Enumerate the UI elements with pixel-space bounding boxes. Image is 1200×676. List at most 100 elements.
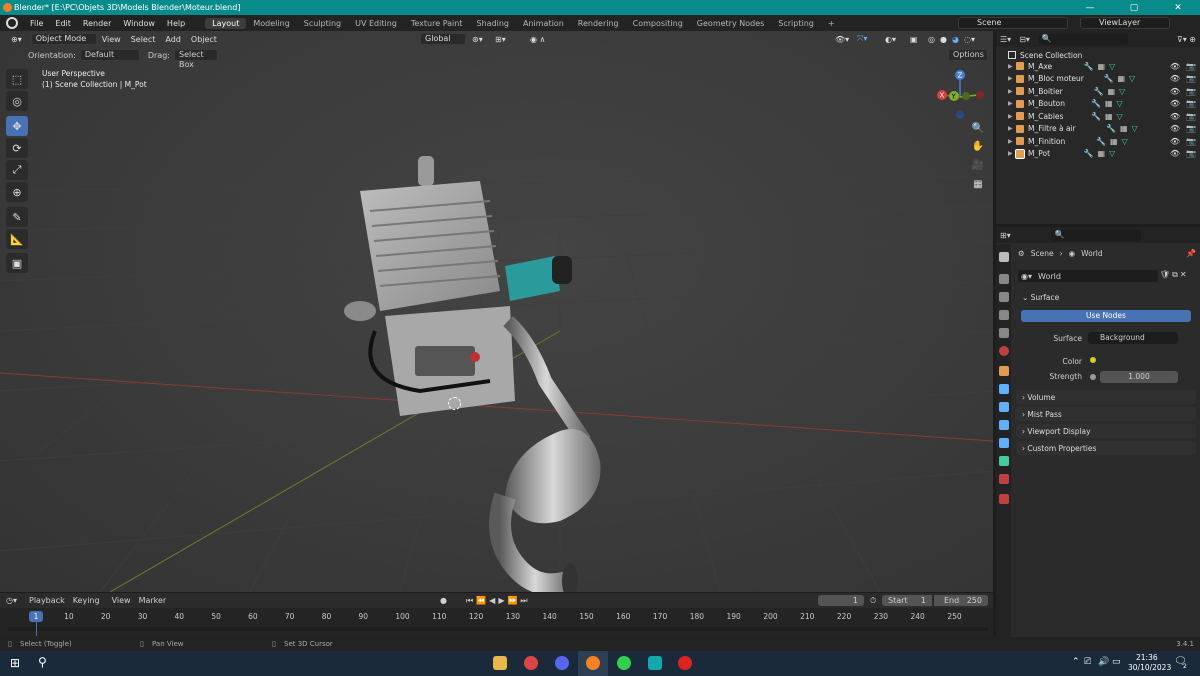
- outliner-item[interactable]: ▶ M_Axe 🔧 ▦ ▽ 👁 📷: [996, 60, 1200, 73]
- outliner-editor-icon[interactable]: ☰▾: [1000, 35, 1011, 44]
- modifier-wrench-icon[interactable]: 🔧: [1084, 149, 1094, 158]
- outliner-item[interactable]: ▶ M_Finition 🔧 ▦ ▽ 👁 📷: [996, 135, 1200, 148]
- display-mode-icon[interactable]: ⊟▾: [1019, 35, 1030, 44]
- output-tab-icon[interactable]: [999, 292, 1009, 302]
- menu-keying[interactable]: Keying: [73, 596, 100, 605]
- annotate-tool[interactable]: ✎: [6, 207, 28, 227]
- tab-geometry-nodes[interactable]: Geometry Nodes: [690, 18, 771, 29]
- outliner-item[interactable]: ▶ M_Pot 🔧 ▦ ▽ 👁 📷: [996, 148, 1200, 161]
- scene-selector[interactable]: Scene: [958, 17, 1068, 29]
- menu-help[interactable]: Help: [161, 19, 191, 28]
- chrome-icon[interactable]: [524, 656, 538, 670]
- orientation-dropdown[interactable]: Default: [79, 49, 140, 61]
- tab-animation[interactable]: Animation: [516, 18, 571, 29]
- outliner-item[interactable]: ▶ M_Boitier 🔧 ▦ ▽ 👁 📷: [996, 85, 1200, 98]
- modifier-tab-icon[interactable]: [999, 384, 1009, 394]
- modifier-wrench-icon[interactable]: 🔧: [1094, 87, 1104, 96]
- mesh-data-icon[interactable]: ▽: [1117, 112, 1123, 121]
- mesh-data-icon[interactable]: ▽: [1119, 87, 1125, 96]
- editor-type-icon[interactable]: ⊕▾: [6, 34, 27, 45]
- menu-window[interactable]: Window: [117, 19, 161, 28]
- eye-visibility-icon[interactable]: 👁: [1170, 112, 1180, 121]
- expand-arrow-icon[interactable]: ▶: [1008, 75, 1016, 82]
- menu-file[interactable]: File: [24, 19, 49, 28]
- expand-arrow-icon[interactable]: ▶: [1008, 63, 1016, 70]
- engine-model[interactable]: [330, 151, 630, 592]
- camera-render-icon[interactable]: 📷: [1186, 74, 1196, 83]
- camera-render-icon[interactable]: 📷: [1186, 99, 1196, 108]
- blender-task-icon[interactable]: [586, 656, 600, 670]
- file-explorer-icon[interactable]: [493, 656, 507, 670]
- menu-playback[interactable]: Playback: [29, 596, 65, 605]
- cursor-tool[interactable]: ◎: [6, 91, 28, 111]
- color-socket-icon[interactable]: [1090, 357, 1096, 363]
- pivot-icon[interactable]: ⊛▾: [472, 35, 483, 44]
- camera-render-icon[interactable]: 📷: [1186, 137, 1196, 146]
- playhead[interactable]: 1: [29, 611, 43, 622]
- timeline-scrollbar[interactable]: [8, 627, 988, 631]
- network-icon[interactable]: ⎚: [1084, 657, 1091, 667]
- outliner-item[interactable]: ▶ M_Bloc moteur 🔧 ▦ ▽ 👁 📷: [996, 73, 1200, 86]
- properties-editor-icon[interactable]: ⊞▾: [1000, 231, 1011, 240]
- modifier-wrench-icon[interactable]: 🔧: [1106, 124, 1116, 133]
- media-player-icon[interactable]: [678, 656, 692, 670]
- filter-icon[interactable]: ⊽▾ ⊕: [1177, 35, 1196, 44]
- blender-logo-icon[interactable]: [6, 17, 18, 29]
- menu-view[interactable]: View: [97, 34, 126, 45]
- select-box-tool[interactable]: ⬚: [6, 69, 28, 89]
- wireframe-shading-icon[interactable]: ◎: [928, 35, 935, 44]
- mesh-data-icon[interactable]: ▽: [1117, 99, 1123, 108]
- search-icon[interactable]: ⚲: [38, 655, 47, 669]
- tab-rendering[interactable]: Rendering: [571, 18, 626, 29]
- outliner-item[interactable]: ▶ M_Filtre à air 🔧 ▦ ▽ 👁 📷: [996, 123, 1200, 136]
- tray-chevron-up-icon[interactable]: ⌃: [1072, 657, 1080, 667]
- outliner-search-input[interactable]: 🔍: [1037, 33, 1128, 45]
- close-button[interactable]: ✕: [1156, 3, 1200, 13]
- transform-orientation-dropdown[interactable]: Global: [420, 33, 466, 45]
- volume-panel-header[interactable]: › Volume: [1016, 390, 1196, 404]
- object-tab-icon[interactable]: [999, 366, 1009, 376]
- measure-tool[interactable]: 📐: [6, 229, 28, 249]
- world-tab-icon[interactable]: [999, 346, 1009, 356]
- eye-visibility-icon[interactable]: 👁: [1170, 149, 1180, 158]
- eye-visibility-icon[interactable]: 👁: [1170, 124, 1180, 133]
- gizmo-toggle-icon[interactable]: ⤧▾: [857, 34, 867, 44]
- color-swatch[interactable]: [1100, 355, 1178, 367]
- tab-uv-editing[interactable]: UV Editing: [348, 18, 404, 29]
- camera-render-icon[interactable]: 📷: [1186, 124, 1196, 133]
- eye-visibility-icon[interactable]: 👁: [1170, 74, 1180, 83]
- constraints-tab-icon[interactable]: [999, 438, 1009, 448]
- mesh-data-icon[interactable]: ▽: [1132, 124, 1138, 133]
- solid-shading-icon[interactable]: ●: [940, 35, 947, 44]
- mesh-data-icon[interactable]: ▽: [1129, 74, 1135, 83]
- visibility-icon[interactable]: 👁▾: [835, 35, 849, 44]
- surface-shader-dropdown[interactable]: Background: [1088, 332, 1178, 344]
- menu-edit[interactable]: Edit: [49, 19, 77, 28]
- constraint-icon[interactable]: ▦: [1110, 137, 1118, 146]
- constraint-icon[interactable]: ▦: [1117, 74, 1125, 83]
- eye-visibility-icon[interactable]: 👁: [1170, 87, 1180, 96]
- current-frame-field[interactable]: 1: [818, 595, 864, 606]
- eye-visibility-icon[interactable]: 👁: [1170, 137, 1180, 146]
- mesh-data-icon[interactable]: ▽: [1122, 137, 1128, 146]
- properties-search-input[interactable]: 🔍: [1050, 229, 1141, 241]
- constraint-icon[interactable]: ▦: [1105, 99, 1113, 108]
- minimize-button[interactable]: —: [1068, 3, 1112, 13]
- menu-select[interactable]: Select: [126, 34, 161, 45]
- overlay-icon[interactable]: ◐▾: [885, 35, 896, 44]
- world-name-field[interactable]: ◉▾ World: [1018, 270, 1158, 282]
- menu-add[interactable]: Add: [160, 34, 186, 45]
- battery-icon[interactable]: ▭: [1112, 657, 1121, 667]
- viewport-display-panel-header[interactable]: › Viewport Display: [1016, 424, 1196, 438]
- volume-icon[interactable]: 🔊: [1098, 657, 1109, 667]
- data-tab-icon[interactable]: [999, 456, 1009, 466]
- tool-tab-icon[interactable]: [999, 252, 1009, 262]
- expand-arrow-icon[interactable]: ▶: [1008, 100, 1016, 107]
- tab-texture-paint[interactable]: Texture Paint: [404, 18, 470, 29]
- navigation-gizmo[interactable]: Z Y X: [932, 69, 988, 125]
- constraint-icon[interactable]: ▦: [1107, 87, 1115, 96]
- record-icon[interactable]: ●: [440, 596, 447, 605]
- expand-arrow-icon[interactable]: ▶: [1008, 88, 1016, 95]
- viewlayer-selector[interactable]: ViewLayer: [1080, 17, 1170, 29]
- 3d-cursor[interactable]: [448, 397, 461, 410]
